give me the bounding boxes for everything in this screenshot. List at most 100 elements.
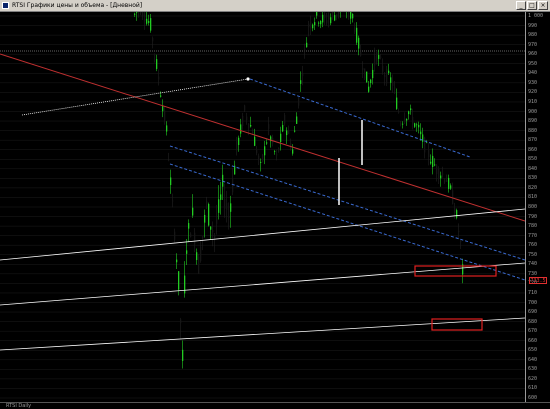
candle-body xyxy=(228,216,230,219)
candle-body xyxy=(146,18,148,24)
candle-body xyxy=(316,12,318,16)
candle-body xyxy=(238,137,240,145)
footer-label: RTSI Daily xyxy=(6,403,32,409)
candle-body xyxy=(380,56,382,58)
candle-body xyxy=(452,190,454,204)
blue-channel-line-3 xyxy=(169,163,525,281)
candle-body xyxy=(328,16,330,20)
candle-body xyxy=(398,111,400,113)
candle-body xyxy=(174,231,176,240)
candle-body xyxy=(216,219,218,224)
candle-body xyxy=(282,125,284,132)
candle-body xyxy=(456,210,458,218)
candle-body xyxy=(200,246,202,262)
price-tick-label: 860 xyxy=(528,146,538,153)
price-tick-label: 780 xyxy=(528,223,538,230)
candle-body xyxy=(266,142,268,144)
candle-body xyxy=(158,76,160,80)
candle-body xyxy=(408,111,410,115)
candle-body xyxy=(220,194,222,200)
current-price-badge: 733.5 xyxy=(529,277,547,284)
candle-body xyxy=(204,214,206,223)
candle-body xyxy=(396,97,398,109)
candle-body xyxy=(352,14,354,19)
candle-body xyxy=(168,159,170,161)
minimize-button[interactable]: _ xyxy=(516,1,526,10)
candle-body xyxy=(260,161,262,163)
price-tick-label: 970 xyxy=(528,41,538,48)
price-axis: 1 000 990 980 970 960 950 940 930 920 910 900 890 88… xyxy=(525,12,550,402)
candle-body xyxy=(176,259,178,263)
candle-body xyxy=(324,14,326,19)
candle-body xyxy=(404,118,406,123)
candle-body xyxy=(432,155,434,167)
candle-body xyxy=(348,12,350,13)
price-tick-label: 680 xyxy=(528,318,538,325)
status-bar: RTSI Daily xyxy=(0,402,550,409)
price-chart[interactable] xyxy=(0,12,525,402)
price-tick-label: 880 xyxy=(528,127,538,134)
window-title: RTSI Графики цены и объема - [Дневной] xyxy=(12,2,143,9)
candle-body xyxy=(212,230,214,232)
candle-body xyxy=(360,52,362,56)
candle-body xyxy=(262,154,264,161)
candle-body xyxy=(326,20,328,24)
candle-body xyxy=(420,131,422,135)
price-tick-label: 700 xyxy=(528,299,538,306)
candle-body xyxy=(376,51,378,62)
candle-body xyxy=(300,80,302,84)
price-tick-label: 840 xyxy=(528,165,538,172)
blue-channel-line-1 xyxy=(249,78,471,158)
trendlines-group xyxy=(0,53,525,351)
candle-body xyxy=(390,77,392,83)
candle-body xyxy=(292,149,294,154)
candle-body xyxy=(148,20,150,23)
candle-body xyxy=(322,14,324,23)
candle-body xyxy=(230,203,232,212)
candle-body xyxy=(288,130,290,134)
candle-body xyxy=(392,81,394,86)
price-tick-label: 990 xyxy=(528,22,538,29)
candle-body xyxy=(334,15,336,21)
candle-body xyxy=(402,123,404,125)
price-tick-label: 750 xyxy=(528,251,538,258)
candle-body xyxy=(450,185,452,189)
price-tick-label: 940 xyxy=(528,70,538,77)
candle-body xyxy=(190,233,192,238)
candle-body xyxy=(314,22,316,26)
candle-body xyxy=(274,151,276,152)
white-dotted-trendline xyxy=(21,78,249,116)
maximize-button[interactable]: □ xyxy=(527,1,537,10)
candle-body xyxy=(254,136,256,146)
price-tick-label: 670 xyxy=(528,328,538,335)
price-tick-label: 920 xyxy=(528,89,538,96)
candle-body xyxy=(448,177,450,189)
close-button[interactable]: × xyxy=(538,1,548,10)
candle-body xyxy=(362,68,364,71)
candle-body xyxy=(414,123,416,127)
candle-body xyxy=(366,71,368,83)
candle-body xyxy=(306,42,308,48)
price-tick-label: 950 xyxy=(528,60,538,67)
candle-body xyxy=(372,69,374,79)
candle-body xyxy=(276,154,278,156)
candle-body xyxy=(164,110,166,121)
candle-body xyxy=(302,73,304,77)
candle-body xyxy=(416,124,418,126)
price-tick-label: 690 xyxy=(528,309,538,316)
price-tick-label: 830 xyxy=(528,175,538,182)
price-tick-label: 1 000 xyxy=(528,13,544,19)
price-tick-label: 800 xyxy=(528,204,538,210)
candle-body xyxy=(356,27,358,43)
candle-body xyxy=(172,200,174,202)
candle-body xyxy=(284,115,286,124)
candle-body xyxy=(442,173,444,175)
candle-body xyxy=(182,349,184,361)
trendline-anchor-point[interactable] xyxy=(246,77,250,81)
candle-body xyxy=(330,17,332,24)
blue-channel-line-2 xyxy=(169,145,525,261)
candle-body xyxy=(218,199,220,213)
candle-body xyxy=(180,319,182,324)
candle-body xyxy=(410,108,412,111)
candle-body xyxy=(192,207,194,216)
